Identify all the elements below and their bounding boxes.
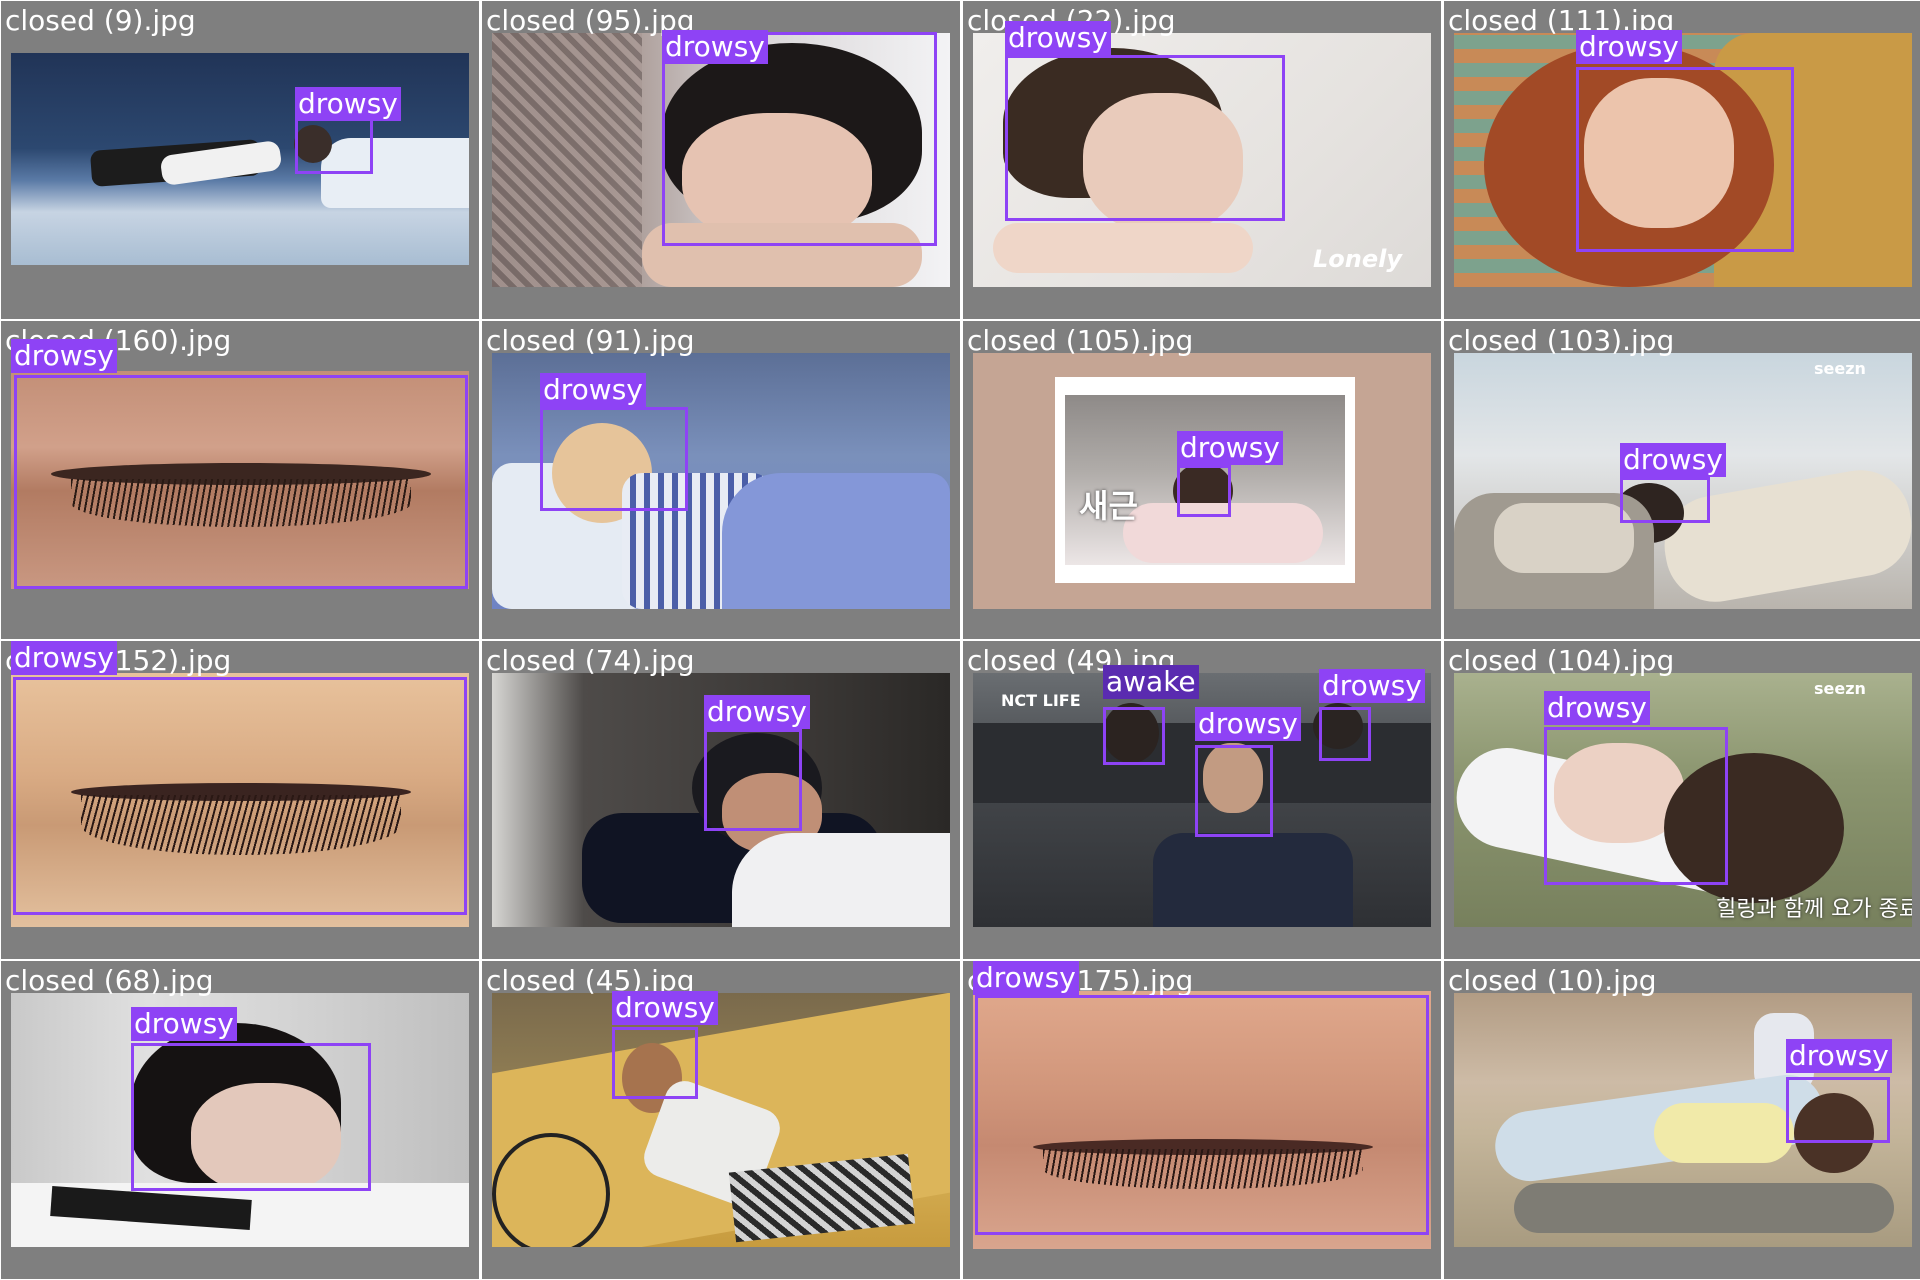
sample-photo: Lonely xyxy=(973,33,1431,287)
photo-caption: 힐링과 함께 요가 종료 xyxy=(1716,897,1912,922)
sample-photo xyxy=(11,673,469,927)
sample-photo xyxy=(11,53,469,265)
photo-caption: 새근 xyxy=(1079,487,1138,525)
filename-label: closed (103).jpg xyxy=(1448,324,1675,357)
filename-label: closed (105).jpg xyxy=(967,324,1194,357)
result-tile[interactable]: closed (9).jpg drowsy xyxy=(1,1,479,319)
photo-watermark: Lonely xyxy=(1313,245,1403,273)
filename-label: closed (68).jpg xyxy=(5,964,214,997)
result-tile[interactable]: closed (175).jpg drowsy xyxy=(963,961,1441,1279)
result-tile[interactable]: closed (160).jpg drowsy xyxy=(1,321,479,639)
filename-label: closed (111).jpg xyxy=(1448,4,1675,37)
sample-photo xyxy=(492,673,950,927)
filename-label: closed (10).jpg xyxy=(1448,964,1657,997)
result-tile[interactable]: closed (103).jpg seezn drowsy xyxy=(1444,321,1920,639)
filename-label: closed (74).jpg xyxy=(486,644,695,677)
sample-photo xyxy=(492,353,950,609)
result-tile[interactable]: closed (95).jpg drowsy xyxy=(482,1,960,319)
filename-label: closed (95).jpg xyxy=(486,4,695,37)
result-tile[interactable]: closed (45).jpg drowsy xyxy=(482,961,960,1279)
result-tile[interactable]: closed (91).jpg drowsy xyxy=(482,321,960,639)
sample-photo: seezn xyxy=(1454,353,1912,609)
filename-label: closed (9).jpg xyxy=(5,4,196,37)
sample-photo xyxy=(492,33,950,287)
sample-photo: NCT LIFE xyxy=(973,673,1431,927)
result-tile[interactable]: closed (49).jpg NCT LIFE awake drowsy dr… xyxy=(963,641,1441,959)
result-tile[interactable]: closed (105).jpg 새근 drowsy xyxy=(963,321,1441,639)
filename-label: closed (152).jpg xyxy=(5,644,232,677)
sample-photo: 새근 xyxy=(973,353,1431,609)
detection-results-grid: closed (9).jpg drowsy closed (95).jpg dr… xyxy=(0,0,1920,1280)
filename-label: closed (91).jpg xyxy=(486,324,695,357)
result-tile[interactable]: closed (68).jpg drowsy xyxy=(1,961,479,1279)
sample-photo xyxy=(1454,33,1912,287)
sample-photo xyxy=(973,991,1431,1249)
photo-watermark: NCT LIFE xyxy=(1001,691,1081,710)
result-tile[interactable]: closed (10).jpg drowsy xyxy=(1444,961,1920,1279)
filename-label: closed (104).jpg xyxy=(1448,644,1675,677)
sample-photo xyxy=(1454,993,1912,1247)
result-tile[interactable]: closed (111).jpg drowsy xyxy=(1444,1,1920,319)
sample-photo xyxy=(11,371,469,589)
sample-photo xyxy=(11,993,469,1247)
result-tile[interactable]: closed (152).jpg drowsy xyxy=(1,641,479,959)
filename-label: closed (45).jpg xyxy=(486,964,695,997)
result-tile[interactable]: closed (74).jpg drowsy xyxy=(482,641,960,959)
sample-photo: seezn 힐링과 함께 요가 종료 xyxy=(1454,673,1912,927)
result-tile[interactable]: closed (104).jpg seezn 힐링과 함께 요가 종료 drow… xyxy=(1444,641,1920,959)
photo-watermark: seezn xyxy=(1814,359,1866,378)
filename-label: closed (22).jpg xyxy=(967,4,1176,37)
filename-label: closed (160).jpg xyxy=(5,324,232,357)
photo-watermark: seezn xyxy=(1814,679,1866,698)
filename-label: closed (49).jpg xyxy=(967,644,1176,677)
result-tile[interactable]: closed (22).jpg Lonely drowsy xyxy=(963,1,1441,319)
filename-label: closed (175).jpg xyxy=(967,964,1194,997)
sample-photo xyxy=(492,993,950,1247)
